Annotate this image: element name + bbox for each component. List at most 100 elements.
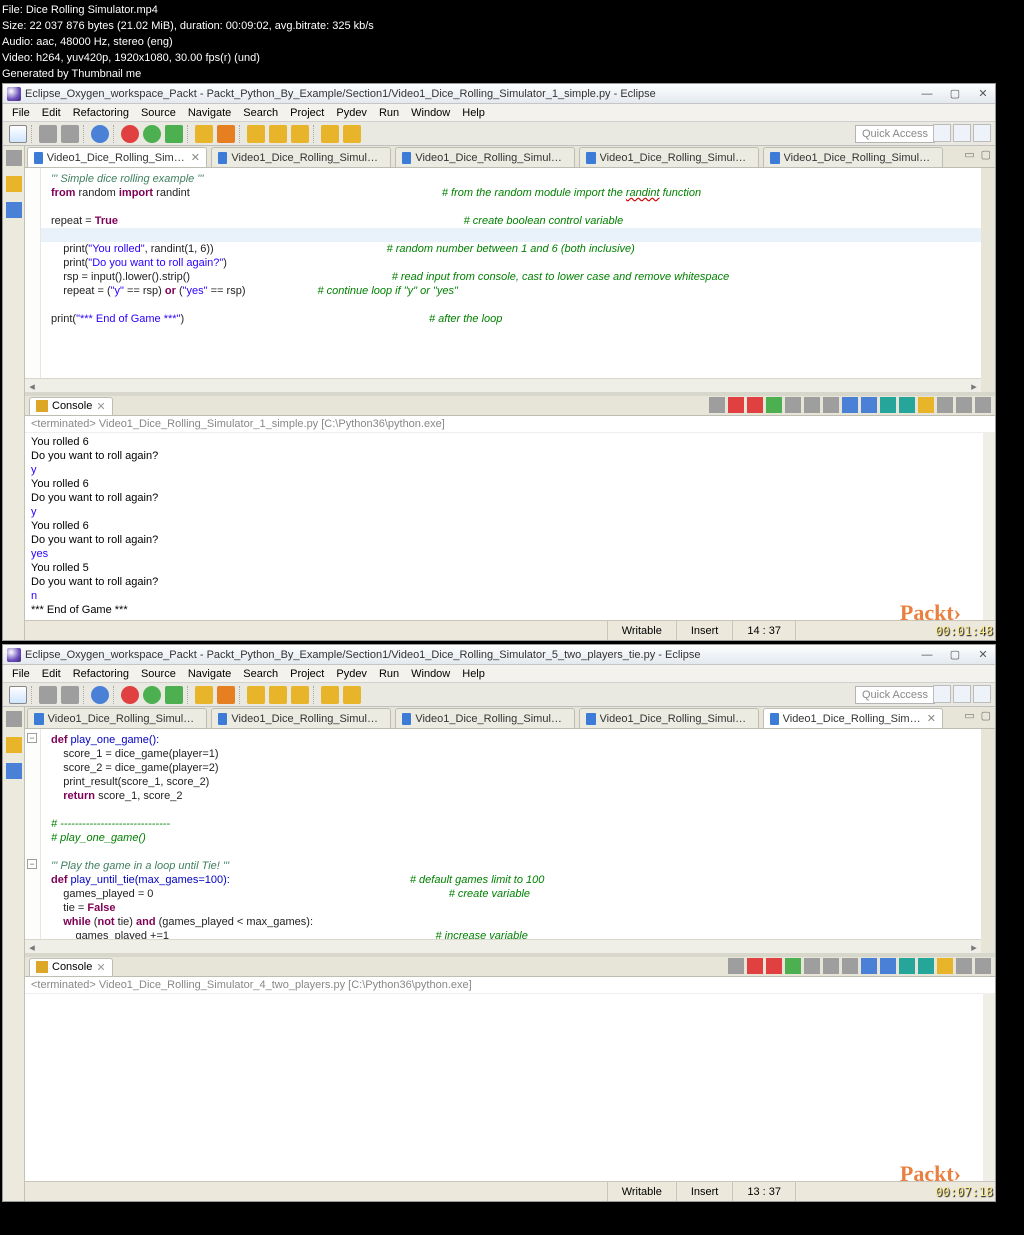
console-output[interactable]: You rolled 6 Do you want to roll again? … (25, 433, 995, 620)
editor-tab-5[interactable]: Video1_Dice_Rolling_Simulator_5_tw... (763, 147, 943, 167)
close-tab-icon[interactable]: ✕ (191, 151, 200, 164)
code-editor[interactable]: − − def play_one_game(): score_1 = dice_… (25, 729, 995, 953)
open-type-button[interactable] (195, 686, 213, 704)
code-content[interactable]: def play_one_game(): score_1 = dice_game… (25, 729, 981, 953)
menu-run[interactable]: Run (374, 666, 404, 682)
fold-toggle-icon[interactable]: − (27, 859, 37, 869)
menu-refactor[interactable]: Refactoring (68, 105, 134, 121)
restore-view-icon[interactable] (6, 711, 22, 727)
menu-project[interactable]: Project (285, 666, 329, 682)
prev-annot-button[interactable] (291, 125, 309, 143)
quick-access-input[interactable]: Quick Access (855, 125, 935, 143)
editor-tab-1[interactable]: Video1_Dice_Rolling_Simulator_1_si...✕ (27, 147, 207, 167)
save-all-button[interactable] (61, 125, 79, 143)
remove-all-button[interactable] (747, 397, 763, 413)
menu-help[interactable]: Help (457, 105, 490, 121)
scroll-lock-button[interactable] (804, 397, 820, 413)
prev-annot-button[interactable] (291, 686, 309, 704)
menu-window[interactable]: Window (406, 666, 455, 682)
show-on-stdout-button[interactable] (880, 397, 896, 413)
editor-tab-2[interactable]: Video1_Dice_Rolling_Simulator_2_un... (211, 147, 391, 167)
forward-button[interactable] (343, 125, 361, 143)
min-button[interactable] (956, 397, 972, 413)
remove-launch-button[interactable] (728, 397, 744, 413)
editor-tab-1[interactable]: Video1_Dice_Rolling_Simulator_1_si... (27, 708, 207, 728)
menu-run[interactable]: Run (374, 105, 404, 121)
menu-edit[interactable]: Edit (37, 105, 66, 121)
editor-tab-5[interactable]: Video1_Dice_Rolling_Simulator_5_tw...✕ (763, 708, 943, 728)
console-vertical-scrollbar[interactable] (983, 994, 995, 1181)
title-bar[interactable]: Eclipse_Oxygen_workspace_Packt - Packt_P… (3, 645, 995, 665)
scroll-right-icon[interactable]: ▸ (967, 940, 981, 953)
menu-source[interactable]: Source (136, 105, 181, 121)
back-button[interactable] (321, 686, 339, 704)
remove-all-button[interactable] (766, 958, 782, 974)
fold-toggle-icon[interactable]: − (27, 733, 37, 743)
menu-navigate[interactable]: Navigate (183, 105, 236, 121)
[interactable] (937, 397, 953, 413)
scroll-left-icon[interactable]: ◂ (25, 940, 39, 953)
run-last-button[interactable] (165, 125, 183, 143)
display-console-button[interactable] (861, 397, 877, 413)
maximize-button[interactable]: ▢ (947, 87, 963, 101)
editor-horizontal-scrollbar[interactable]: ◂ ▸ (25, 378, 981, 392)
relaunch-button[interactable] (766, 397, 782, 413)
new-button[interactable] (9, 125, 27, 143)
editor-tab-4[interactable]: Video1_Dice_Rolling_Simulator_4_tw... (579, 147, 759, 167)
save-all-button[interactable] (61, 686, 79, 704)
menubar[interactable]: File Edit Refactoring Source Navigate Se… (3, 665, 995, 683)
editor-tab-3[interactable]: Video1_Dice_Rolling_Simulator_3_stats (395, 708, 575, 728)
scroll-lock-button[interactable] (823, 958, 839, 974)
display-console-button[interactable] (880, 958, 896, 974)
clear-console-button[interactable] (785, 397, 801, 413)
title-bar[interactable]: Eclipse_Oxygen_workspace_Packt - Packt_P… (3, 84, 995, 104)
relaunch-button[interactable] (785, 958, 801, 974)
pydev-perspective-button[interactable] (953, 685, 971, 703)
close-button[interactable]: ✕ (975, 648, 991, 662)
menu-file[interactable]: File (7, 666, 35, 682)
terminate-button[interactable] (728, 958, 744, 974)
console-vertical-scrollbar[interactable] (983, 433, 995, 620)
open-console-button[interactable] (918, 397, 934, 413)
search-button[interactable] (217, 686, 235, 704)
menu-refactor[interactable]: Refactoring (68, 666, 134, 682)
editor-horizontal-scrollbar[interactable]: ◂ ▸ (25, 939, 981, 953)
min-button[interactable] (956, 958, 972, 974)
menu-navigate[interactable]: Navigate (183, 666, 236, 682)
quick-access-input[interactable]: Quick Access (855, 686, 935, 704)
debug-perspective-button[interactable] (973, 124, 991, 142)
minimize-button[interactable]: — (919, 648, 935, 662)
package-explorer-icon[interactable] (6, 737, 22, 753)
max-button[interactable] (975, 958, 991, 974)
menubar[interactable]: File Edit Refactoring Source Navigate Se… (3, 104, 995, 122)
debug-button[interactable] (121, 125, 139, 143)
menu-help[interactable]: Help (457, 666, 490, 682)
menu-search[interactable]: Search (238, 105, 283, 121)
menu-pydev[interactable]: Pydev (331, 666, 372, 682)
pin-console-button[interactable] (842, 397, 858, 413)
minimize-editor-icon[interactable]: ▭ (964, 709, 974, 722)
menu-file[interactable]: File (7, 105, 35, 121)
word-wrap-button[interactable] (823, 397, 839, 413)
next-annot-button[interactable] (269, 125, 287, 143)
run-last-button[interactable] (165, 686, 183, 704)
remove-launch-button[interactable] (747, 958, 763, 974)
scroll-right-icon[interactable]: ▸ (967, 379, 981, 392)
show-on-stderr-button[interactable] (899, 397, 915, 413)
open-perspective-button[interactable] (933, 685, 951, 703)
minimize-button[interactable]: — (919, 87, 935, 101)
open-perspective-button[interactable] (933, 124, 951, 142)
terminate-button[interactable] (709, 397, 725, 413)
maximize-button[interactable]: ▢ (947, 648, 963, 662)
close-button[interactable]: ✕ (975, 87, 991, 101)
save-button[interactable] (39, 125, 57, 143)
pin-console-button[interactable] (861, 958, 877, 974)
open-console-button[interactable] (937, 958, 953, 974)
maximize-editor-icon[interactable]: ▢ (981, 148, 991, 161)
save-button[interactable] (39, 686, 57, 704)
max-button[interactable] (975, 397, 991, 413)
console-tab[interactable]: Console ✕ (29, 958, 113, 976)
back-button[interactable] (321, 125, 339, 143)
open-type-button[interactable] (195, 125, 213, 143)
console-tab[interactable]: Console ✕ (29, 397, 113, 415)
